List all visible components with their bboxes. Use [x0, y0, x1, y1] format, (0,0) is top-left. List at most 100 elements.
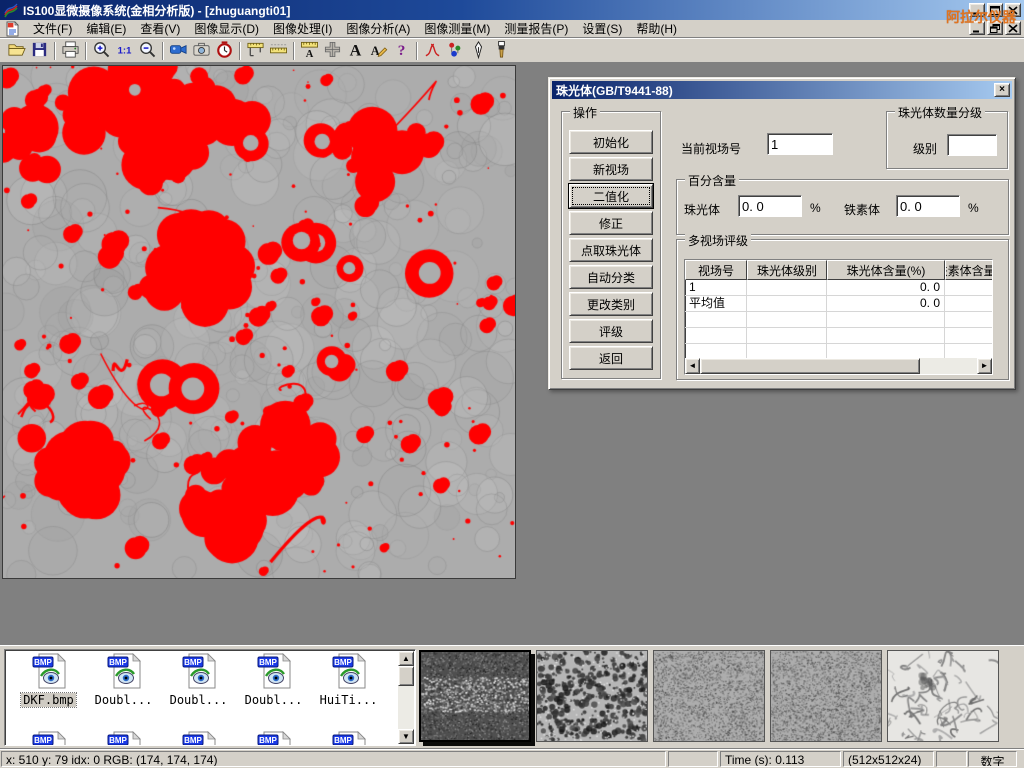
file-item[interactable]: BMP [86, 731, 161, 746]
op-button-3[interactable]: 二值化 [569, 184, 653, 208]
status-blank-1 [668, 751, 718, 767]
open-folder-button[interactable] [5, 40, 28, 62]
table-row[interactable] [685, 312, 992, 328]
menu-item[interactable]: 图像处理(I) [266, 19, 339, 38]
svg-text:1:1: 1:1 [118, 45, 132, 56]
zoom-out-button[interactable] [136, 40, 159, 62]
scroll-left-button[interactable]: ◄ [685, 358, 700, 374]
one-to-one-icon: 1:1 [115, 40, 134, 62]
op-button-5[interactable]: 点取珠光体 [569, 238, 653, 262]
file-item[interactable]: BMP [11, 731, 86, 746]
file-item[interactable]: BMP [236, 731, 311, 746]
file-item[interactable]: BMPDoubl... [86, 653, 161, 707]
text-tool-button[interactable]: A [344, 40, 367, 62]
maximize-button[interactable] [987, 3, 1003, 17]
curve-tool-button[interactable] [421, 40, 444, 62]
thumbnail-5-light-flakes[interactable] [887, 650, 999, 742]
mdi-minimize-button[interactable] [969, 21, 985, 35]
scroll-track[interactable] [920, 358, 977, 374]
file-item[interactable]: BMPDoubl... [236, 653, 311, 707]
thumbnail-4-fine[interactable] [770, 650, 882, 742]
scroll-thumb[interactable] [398, 666, 414, 686]
measure-text-button[interactable]: A [298, 40, 321, 62]
status-blank-2 [936, 751, 967, 767]
svg-text:BMP: BMP [34, 658, 52, 667]
help-icon: ? [392, 40, 411, 62]
menu-item[interactable]: 图像测量(M) [417, 19, 497, 38]
timer-button[interactable] [213, 40, 236, 62]
ruler-button[interactable] [267, 40, 290, 62]
file-vscrollbar[interactable]: ▲▼ [398, 651, 414, 744]
zoom-in-icon [92, 40, 111, 62]
one-to-one-button[interactable]: 1:1 [113, 40, 136, 62]
file-item[interactable]: BMPDoubl... [161, 653, 236, 707]
mdi-restore-button[interactable] [987, 21, 1003, 35]
dialog-close-button[interactable]: × [994, 83, 1010, 97]
window-title: IS100显微摄像系统(金相分析版) - [zhuguangti01] [23, 2, 290, 19]
menu-item[interactable]: 图像显示(D) [187, 19, 266, 38]
minimize-button[interactable] [969, 3, 985, 17]
table-cell [945, 296, 993, 311]
scroll-down-button[interactable]: ▼ [398, 729, 414, 744]
scroll-thumb[interactable] [700, 358, 920, 374]
app-icon [3, 2, 19, 18]
scroll-up-button[interactable]: ▲ [398, 651, 414, 666]
current-field-input[interactable] [767, 133, 833, 155]
dialog-title-bar[interactable]: 珠光体(GB/T9441-88) × [552, 81, 1012, 99]
help-button[interactable]: ? [390, 40, 413, 62]
op-button-9[interactable]: 返回 [569, 346, 653, 370]
file-item[interactable]: BMP [311, 731, 386, 746]
table-hscrollbar[interactable]: ◄► [685, 358, 992, 374]
op-button-4[interactable]: 修正 [569, 211, 653, 235]
status-image-size: (512x512x24) [843, 751, 934, 767]
brush-tool-button[interactable] [490, 40, 513, 62]
menu-item[interactable]: 帮助(H) [629, 19, 684, 38]
grid-tool-button[interactable] [321, 40, 344, 62]
op-button-8[interactable]: 评级 [569, 319, 653, 343]
operation-group-title: 操作 [570, 104, 600, 121]
op-button-7[interactable]: 更改类别 [569, 292, 653, 316]
image-frame [2, 65, 516, 579]
points-tool-button[interactable] [444, 40, 467, 62]
mdi-close-button[interactable] [1005, 21, 1021, 35]
file-item[interactable]: BMPDKF.bmp [11, 653, 86, 707]
metallographic-image-binarized[interactable] [3, 66, 515, 578]
scroll-right-button[interactable]: ► [977, 358, 992, 374]
pearlite-percent-label: 珠光体 [684, 201, 720, 218]
table-row[interactable]: 平均值0. 0 [685, 296, 992, 312]
pearlite-percent-input[interactable] [738, 195, 802, 217]
table-cell [945, 280, 993, 295]
table-cell [747, 296, 827, 311]
file-item[interactable]: BMPHuiTi... [311, 653, 386, 707]
window-controls [969, 3, 1021, 17]
menu-item[interactable]: 设置(S) [575, 19, 629, 38]
menu-item[interactable]: 编辑(E) [79, 19, 133, 38]
op-button-1[interactable]: 初始化 [569, 130, 653, 154]
thumbnail-3-fine[interactable] [653, 650, 765, 742]
thumbnail-2-coarse[interactable] [536, 650, 648, 742]
menu-item[interactable]: 测量报告(P) [497, 19, 575, 38]
print-button[interactable] [59, 40, 82, 62]
grade-input[interactable] [947, 134, 997, 156]
annotate-button[interactable]: A [367, 40, 390, 62]
op-button-6[interactable]: 自动分类 [569, 265, 653, 289]
thumbnail-1-dark-banded[interactable] [419, 650, 531, 742]
video-camera-button[interactable] [167, 40, 190, 62]
photo-camera-button[interactable] [190, 40, 213, 62]
file-item[interactable]: BMP [161, 731, 236, 746]
menu-item[interactable]: 查看(V) [133, 19, 187, 38]
table-row[interactable] [685, 328, 992, 344]
menu-item[interactable]: 图像分析(A) [339, 19, 417, 38]
table-cell [747, 312, 827, 327]
zoom-in-button[interactable] [90, 40, 113, 62]
op-button-2[interactable]: 新视场 [569, 157, 653, 181]
save-button[interactable] [28, 40, 51, 62]
table-row[interactable]: 10. 0 [685, 280, 992, 296]
ferrite-percent-input[interactable] [896, 195, 960, 217]
pen-tool-button[interactable] [467, 40, 490, 62]
document-icon [4, 21, 20, 37]
menu-item[interactable]: 文件(F) [26, 19, 79, 38]
close-button[interactable] [1005, 3, 1021, 17]
caliper-button[interactable] [244, 40, 267, 62]
pearlite-percent-unit: % [810, 201, 821, 215]
